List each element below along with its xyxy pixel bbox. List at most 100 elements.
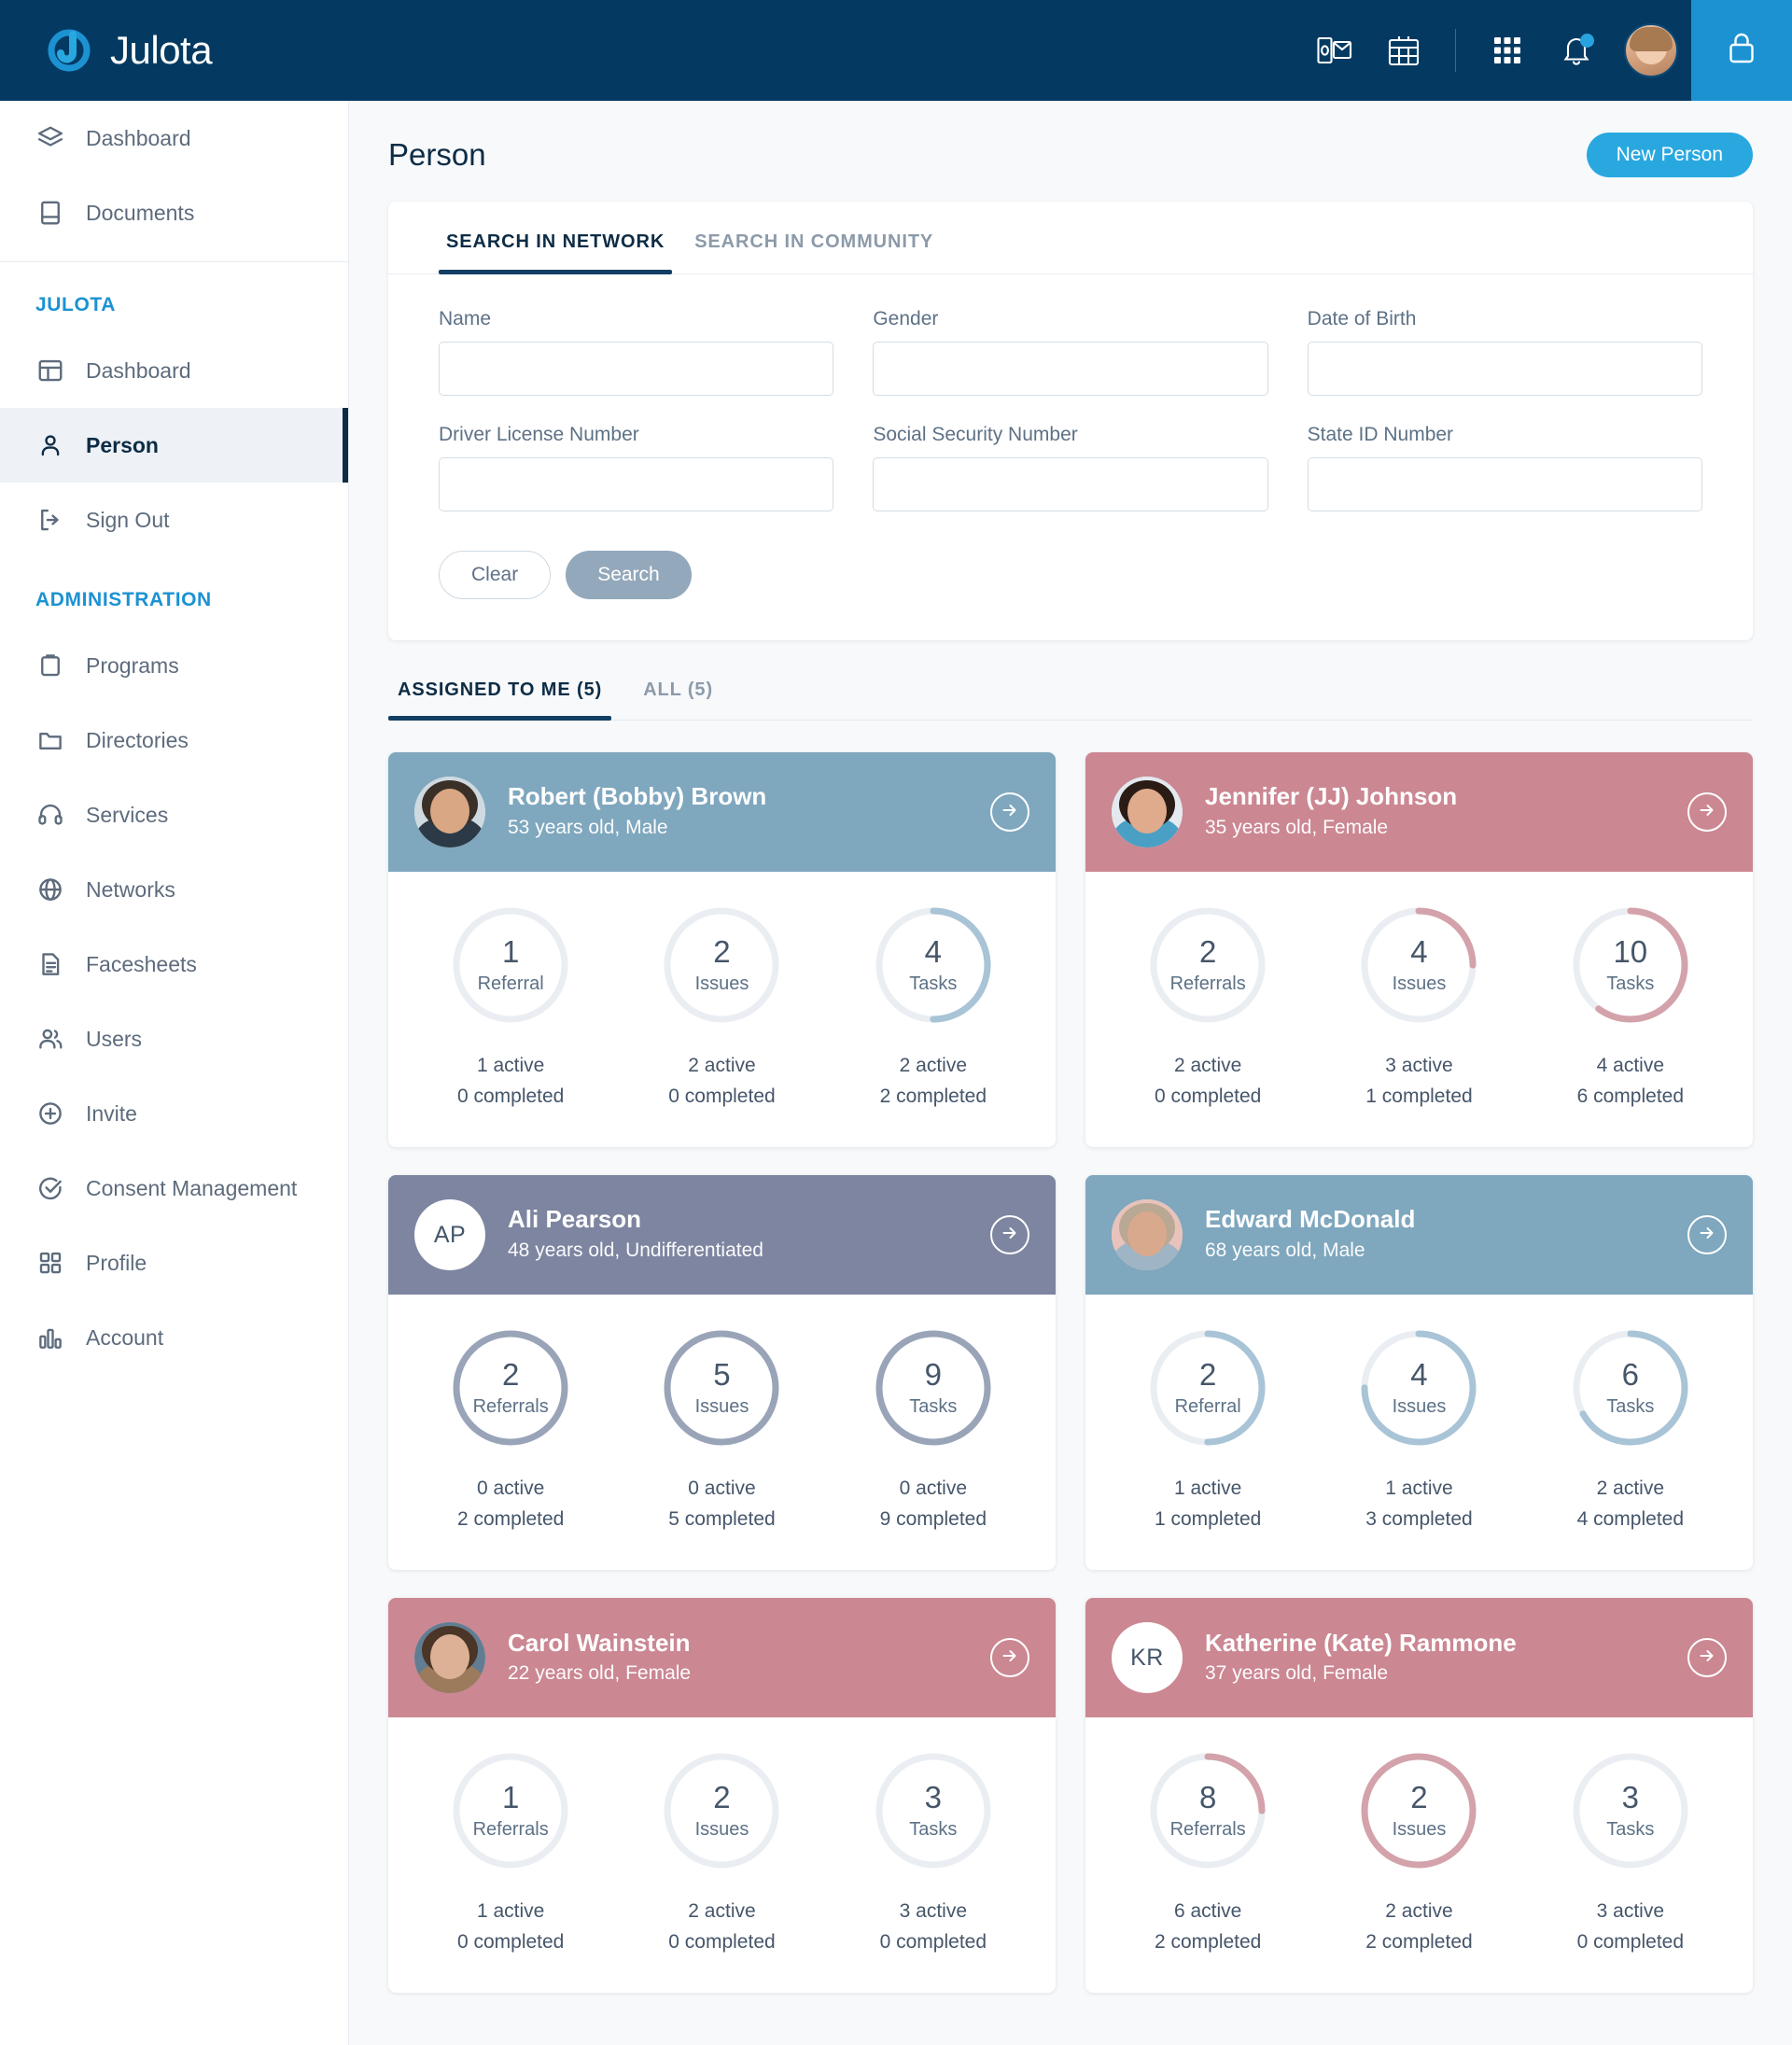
stat-completed: 3 completed (1365, 1507, 1473, 1530)
stat-active: 2 active (1385, 1900, 1453, 1923)
bar-chart-icon (35, 1323, 65, 1352)
stat-label: Tasks (909, 1395, 958, 1417)
name-field[interactable] (439, 342, 834, 396)
stat-detail: 1 active 0 completed (457, 1051, 564, 1112)
sidebar-item-person[interactable]: Person (0, 408, 348, 483)
person-stat: 2 Referrals 0 active 2 completed (405, 1326, 616, 1534)
stat-value: 2 (713, 933, 731, 969)
person-card[interactable]: AP Ali Pearson 48 years old, Undifferent… (388, 1175, 1056, 1571)
open-person-arrow-button[interactable] (1687, 1215, 1727, 1255)
person-identity: Katherine (Kate) Rammone 37 years old, F… (1205, 1628, 1517, 1688)
person-card[interactable]: Robert (Bobby) Brown 53 years old, Male … (388, 752, 1056, 1148)
sidebar-item-account[interactable]: Account (0, 1300, 348, 1375)
sidebar-item-documents[interactable]: Documents (0, 175, 348, 250)
stat-active: 6 active (1173, 1900, 1242, 1923)
tab-search-in-community[interactable]: SEARCH IN COMMUNITY (687, 202, 941, 273)
stat-active: 1 active (1385, 1478, 1453, 1500)
stat-detail: 2 active 4 completed (1577, 1474, 1684, 1534)
person-card[interactable]: Jennifer (JJ) Johnson 35 years old, Fema… (1085, 752, 1753, 1148)
sidebar-item-label: Sign Out (86, 507, 170, 532)
portrait-illustration (1112, 1199, 1183, 1271)
sidebar-item-dashboard[interactable]: Dashboard (0, 333, 348, 408)
date-of-birth-field-group: Date of Birth (1307, 308, 1702, 396)
sidebar-item-networks[interactable]: Networks (0, 852, 348, 927)
sidebar-item-sign-out[interactable]: Sign Out (0, 483, 348, 557)
stat-label: Issues (694, 973, 749, 994)
person-list-tabs: ASSIGNED TO ME (5) ALL (5) (388, 679, 1753, 721)
sidebar-item-label: Networks (86, 876, 175, 902)
driver-license-number-field[interactable] (439, 457, 834, 511)
stat-detail: 6 active 2 completed (1155, 1897, 1261, 1957)
open-person-arrow-button[interactable] (1687, 792, 1727, 832)
progress-ring: 9 Tasks (872, 1326, 995, 1450)
search-button[interactable]: Search (566, 551, 692, 599)
sidebar-sections: JULOTA Dashboard Person Sign Out ADMINISTRAT… (0, 262, 348, 1375)
stat-label: Issues (694, 1818, 749, 1840)
sidebar-item-invite[interactable]: Invite (0, 1076, 348, 1151)
gender-select-group: Gender (873, 308, 1268, 396)
sidebar-item-services[interactable]: Services (0, 777, 348, 852)
lock-button[interactable] (1691, 0, 1792, 101)
stat-label: Issues (694, 1395, 749, 1417)
person-age-gender: 37 years old, Female (1205, 1662, 1389, 1685)
person-identity: Edward McDonald 68 years old, Male (1205, 1204, 1415, 1265)
person-card[interactable]: KR Katherine (Kate) Rammone 37 years old… (1085, 1598, 1753, 1994)
sidebar-item-consent-management[interactable]: Consent Management (0, 1151, 348, 1226)
person-stat: 10 Tasks 4 active 6 completed (1525, 903, 1736, 1112)
calendar-icon[interactable] (1369, 0, 1438, 101)
open-person-arrow-button[interactable] (990, 1638, 1029, 1678)
gender-select[interactable] (873, 342, 1268, 396)
plus-circle-icon (35, 1099, 65, 1128)
person-avatar-photo (1112, 1199, 1183, 1271)
list-tab-all-5-[interactable]: ALL (5) (634, 679, 722, 720)
progress-ring: 4 Issues (1357, 903, 1480, 1027)
stat-completed: 2 completed (879, 1085, 987, 1107)
sidebar-item-profile[interactable]: Profile (0, 1226, 348, 1300)
sidebar-item-directories[interactable]: Directories (0, 703, 348, 777)
book-icon (35, 198, 65, 228)
person-card-header: Carol Wainstein 22 years old, Female (388, 1598, 1056, 1718)
portrait-illustration (414, 777, 485, 847)
stat-value: 2 (1198, 933, 1217, 969)
open-person-arrow-button[interactable] (990, 792, 1029, 832)
stat-label: Tasks (1606, 1395, 1655, 1417)
person-card[interactable]: Edward McDonald 68 years old, Male 2 Ref… (1085, 1175, 1753, 1571)
stat-active: 3 active (1385, 1055, 1453, 1076)
brand-logo[interactable]: Julota (0, 26, 213, 75)
user-avatar[interactable] (1611, 23, 1691, 77)
open-person-arrow-button[interactable] (990, 1215, 1029, 1255)
new-person-button[interactable]: New Person (1586, 133, 1753, 177)
stat-value: 1 (501, 1779, 520, 1814)
open-person-arrow-button[interactable] (1687, 1638, 1727, 1678)
sidebar-item-programs[interactable]: Programs (0, 628, 348, 703)
stat-value: 4 (1410, 1356, 1428, 1392)
clear-button[interactable]: Clear (439, 551, 552, 599)
outlook-mail-icon[interactable] (1300, 0, 1369, 101)
date-of-birth-field[interactable] (1307, 342, 1702, 396)
grid-squares-icon (35, 1248, 65, 1278)
lock-icon (1726, 30, 1757, 72)
social-security-number-field[interactable] (873, 457, 1268, 511)
brand-name: Julota (110, 28, 213, 72)
stat-value: 2 (1198, 1356, 1217, 1392)
sidebar-item-label: Facesheets (86, 951, 197, 976)
progress-ring: 2 Referrals (1146, 903, 1269, 1027)
sidebar-item-label: Person (86, 432, 159, 457)
sidebar-item-users[interactable]: Users (0, 1001, 348, 1076)
state-id-number-field[interactable] (1307, 457, 1702, 511)
progress-ring: 2 Issues (660, 1749, 783, 1872)
tab-search-in-network[interactable]: SEARCH IN NETWORK (439, 202, 673, 274)
person-card[interactable]: Carol Wainstein 22 years old, Female 1 R… (388, 1598, 1056, 1994)
list-tab-assigned-to-me-5-[interactable]: ASSIGNED TO ME (5) (388, 679, 612, 721)
person-card-stats: 1 Referrals 1 active 0 completed 2 Issue… (388, 1717, 1056, 1993)
notifications-bell-icon[interactable] (1542, 0, 1611, 101)
sidebar: Dashboard Documents JULOTA Dashboard Person… (0, 101, 349, 2045)
sidebar-item-facesheets[interactable]: Facesheets (0, 927, 348, 1001)
stat-active: 1 active (476, 1900, 545, 1923)
sidebar-item-dashboard[interactable]: Dashboard (0, 101, 348, 175)
stat-completed: 0 completed (456, 1085, 565, 1107)
sidebar-section-title: JULOTA (35, 294, 117, 315)
stat-value: 8 (1198, 1779, 1217, 1814)
stat-label: Issues (1392, 973, 1447, 994)
apps-grid-icon[interactable] (1473, 0, 1542, 101)
